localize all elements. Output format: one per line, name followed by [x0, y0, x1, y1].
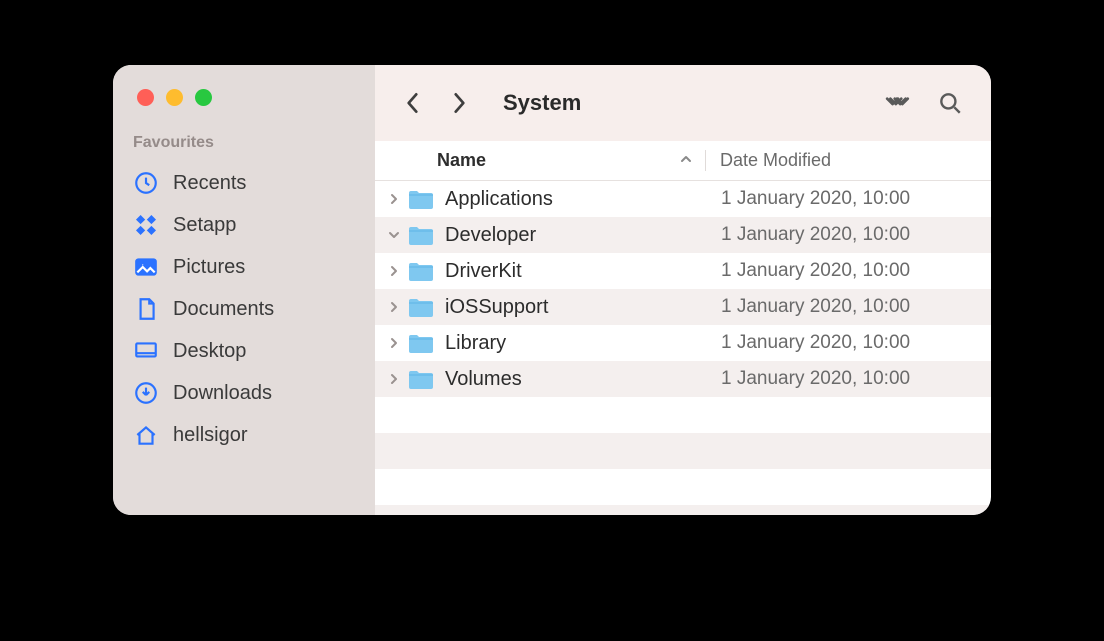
sidebar-item-label: Setapp: [173, 214, 236, 237]
file-row[interactable]: Developer 1 January 2020, 10:00: [375, 217, 991, 253]
documents-icon: [133, 296, 159, 322]
column-name-label: Name: [437, 150, 486, 171]
columns-header: Name Date Modified: [375, 141, 991, 181]
empty-row: [375, 469, 991, 505]
file-name: iOSSupport: [445, 296, 705, 319]
finder-window: Favourites Recents Setapp Pictures Docum…: [113, 65, 991, 515]
desktop-icon: [133, 338, 159, 364]
sidebar-item-label: hellsigor: [173, 424, 247, 447]
column-date-label: Date Modified: [720, 150, 831, 170]
folder-icon: [407, 331, 435, 355]
file-name: Volumes: [445, 368, 705, 391]
file-date: 1 January 2020, 10:00: [705, 296, 991, 318]
pictures-icon: [133, 254, 159, 280]
fullscreen-window-button[interactable]: [195, 89, 212, 106]
file-name: DriverKit: [445, 260, 705, 283]
file-list: Applications 1 January 2020, 10:00 Devel…: [375, 181, 991, 515]
column-name[interactable]: Name: [375, 150, 705, 171]
file-row[interactable]: DriverKit 1 January 2020, 10:00: [375, 253, 991, 289]
file-name: Developer: [445, 224, 705, 247]
downloads-icon: [133, 380, 159, 406]
column-date-modified[interactable]: Date Modified: [705, 150, 991, 171]
back-button[interactable]: [399, 83, 427, 123]
close-window-button[interactable]: [137, 89, 154, 106]
clock-icon: [133, 170, 159, 196]
sidebar-item-home[interactable]: hellsigor: [113, 414, 375, 456]
empty-row: [375, 397, 991, 433]
sidebar-heading: Favourites: [113, 134, 375, 152]
sidebar-item-label: Documents: [173, 298, 274, 321]
main-pane: System Name Date Modified: [375, 65, 991, 515]
folder-icon: [407, 223, 435, 247]
disclosure-right-icon[interactable]: [385, 337, 403, 349]
file-row[interactable]: Library 1 January 2020, 10:00: [375, 325, 991, 361]
file-date: 1 January 2020, 10:00: [705, 224, 991, 246]
sidebar-item-documents[interactable]: Documents: [113, 288, 375, 330]
disclosure-right-icon[interactable]: [385, 193, 403, 205]
sort-ascending-icon: [679, 150, 693, 171]
forward-button[interactable]: [445, 83, 473, 123]
file-row[interactable]: Applications 1 January 2020, 10:00: [375, 181, 991, 217]
disclosure-right-icon[interactable]: [385, 265, 403, 277]
folder-icon: [407, 295, 435, 319]
disclosure-right-icon[interactable]: [385, 301, 403, 313]
minimize-window-button[interactable]: [166, 89, 183, 106]
window-title: System: [503, 90, 581, 116]
file-date: 1 January 2020, 10:00: [705, 188, 991, 210]
toolbar: System: [375, 65, 991, 141]
sidebar-item-downloads[interactable]: Downloads: [113, 372, 375, 414]
file-name: Applications: [445, 188, 705, 211]
home-icon: [133, 422, 159, 448]
sidebar-item-label: Recents: [173, 172, 246, 195]
folder-icon: [407, 259, 435, 283]
file-row[interactable]: iOSSupport 1 January 2020, 10:00: [375, 289, 991, 325]
empty-row: [375, 505, 991, 515]
sidebar-item-pictures[interactable]: Pictures: [113, 246, 375, 288]
disclosure-right-icon[interactable]: [385, 373, 403, 385]
disclosure-down-icon[interactable]: [385, 229, 403, 241]
sidebar-item-setapp[interactable]: Setapp: [113, 204, 375, 246]
sidebar-item-desktop[interactable]: Desktop: [113, 330, 375, 372]
sidebar: Favourites Recents Setapp Pictures Docum…: [113, 65, 375, 515]
file-row[interactable]: Volumes 1 January 2020, 10:00: [375, 361, 991, 397]
file-name: Library: [445, 332, 705, 355]
sidebar-item-label: Downloads: [173, 382, 272, 405]
overflow-button[interactable]: [881, 86, 915, 120]
file-date: 1 January 2020, 10:00: [705, 332, 991, 354]
folder-icon: [407, 187, 435, 211]
sidebar-item-recents[interactable]: Recents: [113, 162, 375, 204]
sidebar-item-label: Desktop: [173, 340, 246, 363]
window-controls: [113, 89, 375, 106]
sidebar-item-label: Pictures: [173, 256, 245, 279]
empty-row: [375, 433, 991, 469]
setapp-icon: [133, 212, 159, 238]
file-date: 1 January 2020, 10:00: [705, 368, 991, 390]
file-date: 1 January 2020, 10:00: [705, 260, 991, 282]
search-button[interactable]: [933, 86, 967, 120]
folder-icon: [407, 367, 435, 391]
